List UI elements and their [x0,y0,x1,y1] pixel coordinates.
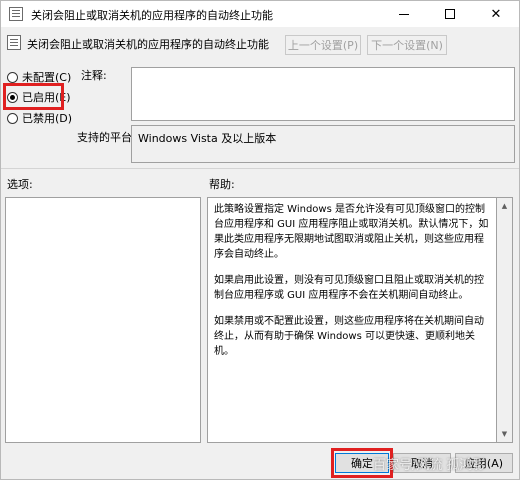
help-paragraph: 如果启用此设置，则没有可见顶级窗口且阻止或取消关机的控制台应用程序或 GUI 应… [214,275,484,301]
platform-value: Windows Vista 及以上版本 [138,132,277,145]
next-setting-button[interactable]: 下一个设置(N) [367,35,447,55]
radio-label: 已禁用(D) [22,112,73,125]
setting-icon [7,35,21,50]
maximize-button[interactable] [427,1,473,27]
help-paragraph: 如果禁用或不配置此设置，则这些应用程序将在关机期间自动终止，从而有助于确保 Wi… [214,316,484,357]
supported-platform-label: 支持的平台: [77,131,136,144]
scroll-down-icon[interactable]: ▼ [497,426,512,442]
window-title: 关闭会阻止或取消关机的应用程序的自动终止功能 [31,9,273,22]
help-label: 帮助: [209,178,235,191]
radio-button-icon [7,112,18,124]
help-paragraph: 此策略设置指定 Windows 是否允许没有可见顶级窗口的控制台应用程序和 GU… [214,204,489,260]
scroll-up-icon[interactable]: ▲ [497,198,512,214]
comment-input[interactable] [131,67,515,121]
close-icon: ✕ [490,6,502,22]
minimize-icon [399,13,409,15]
help-scrollbar[interactable]: ▲ ▼ [497,197,513,443]
previous-setting-button[interactable]: 上一个设置(P) [285,35,361,55]
highlight-ok-box [331,448,393,478]
highlight-enabled-box [3,83,64,110]
close-button[interactable]: ✕ [473,1,519,27]
options-panel [5,197,201,443]
help-panel: 此策略设置指定 Windows 是否允许没有可见顶级窗口的控制台应用程序和 GU… [207,197,497,443]
radio-disabled[interactable]: 已禁用(D) [7,110,72,126]
supported-platform-field: Windows Vista 及以上版本 [131,125,515,163]
policy-doc-icon [9,7,23,21]
divider [1,168,519,169]
cancel-button[interactable]: 取消 [393,453,451,473]
maximize-icon [445,9,455,19]
apply-button[interactable]: 应用(A) [455,453,513,473]
minimize-button[interactable] [381,1,427,27]
policy-setting-window: 关闭会阻止或取消关机的应用程序的自动终止功能 ✕ 关闭会阻止或取消关机的应用程序… [0,0,520,480]
setting-title: 关闭会阻止或取消关机的应用程序的自动终止功能 [27,38,269,51]
title-bar: 关闭会阻止或取消关机的应用程序的自动终止功能 ✕ [1,1,519,27]
comment-label: 注释: [81,69,107,82]
radio-button-icon [7,71,18,83]
options-label: 选项: [7,178,33,191]
